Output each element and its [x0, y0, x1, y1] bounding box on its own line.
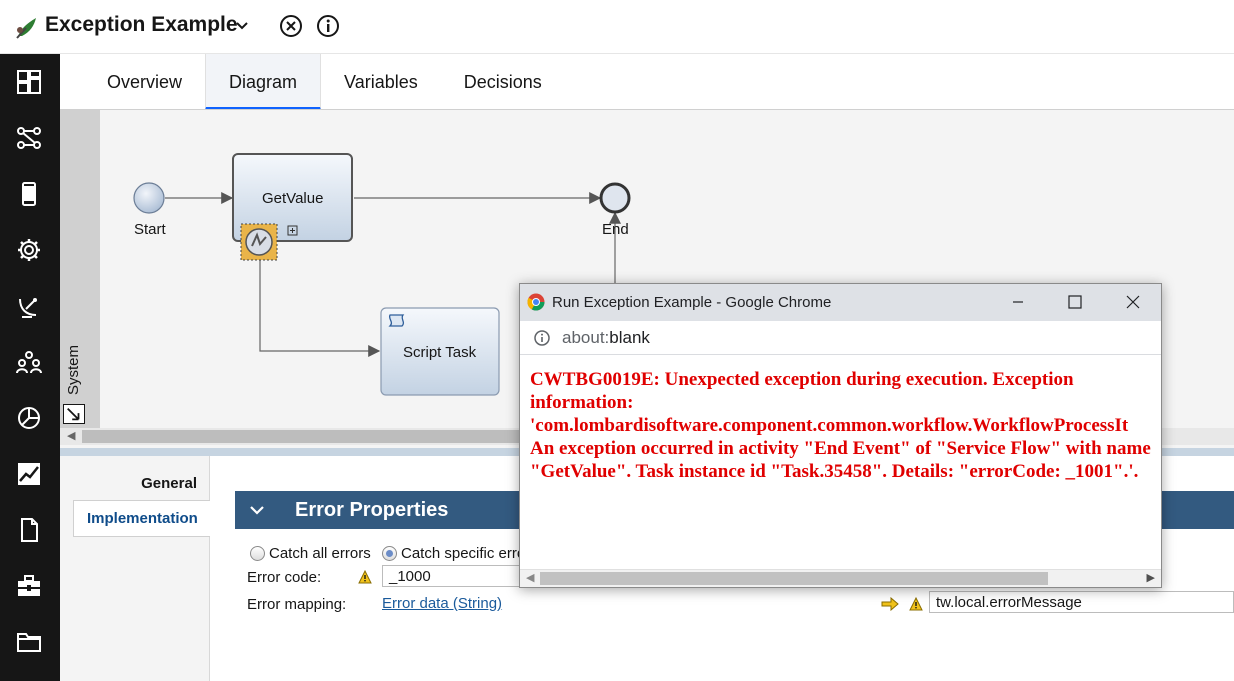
scroll-thumb[interactable]: [82, 430, 522, 443]
leaf-logo-icon: [16, 18, 36, 39]
catch-specific-label: Catch specific erro: [401, 545, 526, 562]
script-icon: [388, 314, 405, 327]
warning-icon: [909, 597, 923, 611]
start-label: Start: [134, 221, 166, 238]
tab-overview[interactable]: Overview: [84, 54, 205, 110]
side-tab-implementation[interactable]: Implementation: [73, 500, 210, 537]
url-scheme: about:: [562, 328, 610, 347]
popup-title: Run Exception Example - Google Chrome: [552, 294, 832, 311]
flow-error-to-script: [259, 260, 381, 357]
radio-icon[interactable]: [250, 546, 265, 561]
close-circle-icon[interactable]: [279, 14, 303, 38]
url-host: blank: [609, 328, 650, 347]
popup-url[interactable]: about:blank: [562, 328, 650, 348]
error-code-label: Error code:: [247, 569, 322, 586]
mobile-icon[interactable]: [13, 178, 45, 210]
catch-all-label: Catch all errors: [269, 545, 371, 562]
info-icon[interactable]: [316, 14, 340, 38]
document-icon[interactable]: [13, 514, 45, 546]
radio-selected-icon[interactable]: [382, 546, 397, 561]
error-mapping-label: Error mapping:: [247, 596, 347, 613]
satellite-dish-icon[interactable]: [13, 290, 45, 322]
exception-message: CWTBG0019E: Unexpected exception during …: [530, 369, 1151, 482]
scroll-left-arrow-icon[interactable]: ◀: [67, 429, 75, 442]
chevron-down-icon[interactable]: [234, 17, 250, 33]
popup-address-bar[interactable]: about:blank: [520, 321, 1161, 355]
warning-icon: [358, 570, 372, 584]
pie-chart-icon[interactable]: [13, 402, 45, 434]
process-flow-icon[interactable]: [13, 122, 45, 154]
chrome-popup-window[interactable]: Run Exception Example - Google Chrome ab…: [519, 283, 1162, 588]
close-icon[interactable]: [1123, 292, 1143, 312]
script-task-label: Script Task: [403, 344, 477, 361]
site-info-icon[interactable]: [534, 330, 550, 346]
popup-horizontal-scrollbar[interactable]: ◀ ▶: [520, 569, 1161, 587]
maximize-icon[interactable]: [1065, 292, 1085, 312]
scroll-left-arrow-icon[interactable]: ◀: [526, 571, 534, 584]
catch-specific-radio[interactable]: Catch specific erro: [382, 545, 525, 562]
tab-variables[interactable]: Variables: [321, 54, 441, 110]
end-event: [599, 182, 631, 214]
folder-icon[interactable]: [13, 626, 45, 658]
dashboard-icon[interactable]: [13, 66, 45, 98]
tab-decisions[interactable]: Decisions: [441, 54, 565, 110]
end-label: End: [602, 221, 629, 238]
editor-tabs: Overview Diagram Variables Decisions: [84, 54, 565, 110]
getvalue-label: GetValue: [262, 190, 324, 207]
minimize-icon[interactable]: [1008, 292, 1028, 312]
app-title: Exception Example: [45, 13, 238, 36]
toolbox-icon[interactable]: [13, 570, 45, 602]
mapping-arrow-icon: [881, 597, 899, 611]
popup-scroll-thumb[interactable]: [540, 572, 1048, 585]
catch-all-radio[interactable]: Catch all errors: [250, 545, 371, 562]
trend-chart-icon[interactable]: [13, 458, 45, 490]
start-event: [133, 182, 165, 214]
error-data-link[interactable]: Error data (String): [382, 595, 502, 612]
properties-side-tabs: General Implementation: [60, 456, 210, 681]
top-header: Exception Example: [0, 0, 1234, 54]
error-code-field[interactable]: _1000: [382, 565, 522, 587]
chevron-down-icon[interactable]: [249, 502, 265, 518]
side-tab-general[interactable]: General: [141, 475, 197, 492]
scroll-right-arrow-icon[interactable]: ▶: [1147, 571, 1155, 584]
popup-titlebar[interactable]: Run Exception Example - Google Chrome: [520, 284, 1161, 321]
settings-gear-icon[interactable]: [13, 234, 45, 266]
team-icon[interactable]: [13, 346, 45, 378]
error-mapping-target-field[interactable]: tw.local.errorMessage: [929, 591, 1234, 613]
left-navigation: [0, 54, 60, 681]
chrome-logo-icon: [527, 293, 545, 311]
section-title: Error Properties: [295, 499, 449, 521]
tab-diagram[interactable]: Diagram: [205, 54, 322, 110]
